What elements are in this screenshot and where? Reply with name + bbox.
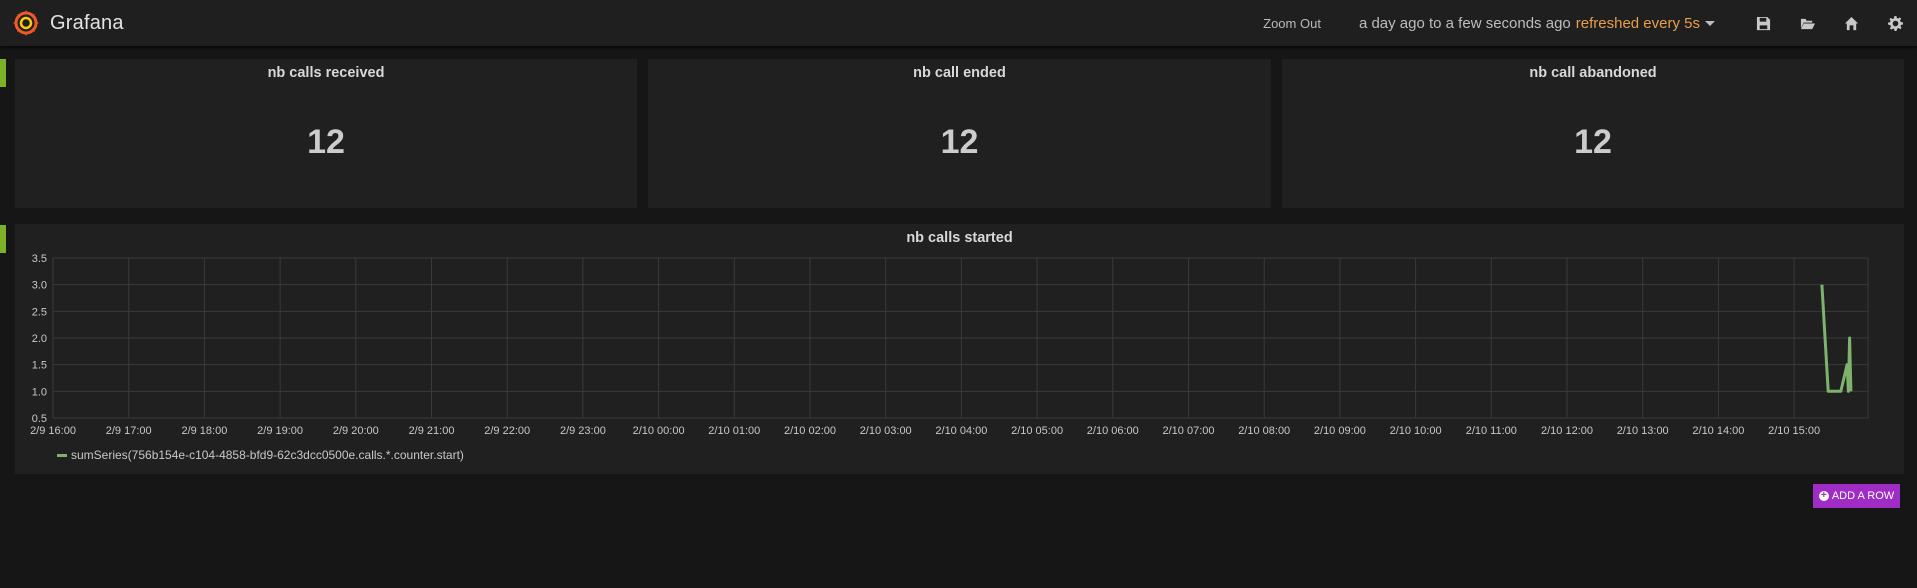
x-tick-label: 2/10 08:00	[1238, 425, 1290, 437]
stat-value: 12	[1574, 123, 1612, 161]
add-row-label: ADD A ROW	[1831, 490, 1895, 502]
graph-panel-calls-started: nb calls started 3.5 3.0 2.5 2.0 1.5 1.0 0.5 2/…	[15, 224, 1904, 474]
home-icon	[1844, 16, 1858, 30]
x-tick-label: 2/10 07:00	[1163, 425, 1215, 437]
y-tick-label: 2.0	[32, 333, 47, 345]
save-dashboard-button[interactable]	[1741, 0, 1785, 46]
x-tick-label: 2/10 01:00	[708, 425, 760, 437]
y-tick-label: 3.0	[32, 280, 47, 292]
open-dashboard-button[interactable]	[1785, 0, 1829, 46]
y-tick-label: 1.5	[32, 360, 47, 372]
panel-title[interactable]: nb call abandoned	[1282, 65, 1904, 81]
panel-title[interactable]: nb calls received	[15, 65, 637, 81]
top-navbar: Grafana Zoom Out a day ago to a few seco…	[0, 0, 1917, 47]
x-tick-label: 2/9 17:00	[106, 425, 152, 437]
x-tick-label: 2/10 11:00	[1466, 425, 1517, 437]
x-tick-label: 2/10 12:00	[1541, 425, 1593, 437]
x-tick-label: 2/10 02:00	[784, 425, 836, 437]
caret-down-icon	[1705, 20, 1715, 26]
legend-series-name: sumSeries(756b154e-c104-4858-bfd9-62c3dc…	[71, 448, 464, 462]
x-tick-label: 2/10 00:00	[633, 425, 685, 437]
stat-value: 12	[940, 123, 979, 161]
gear-icon	[1887, 15, 1903, 31]
x-tick-label: 2/10 15:00	[1768, 425, 1820, 437]
stat-panel-call-ended: nb call ended 12	[648, 59, 1271, 208]
save-icon	[1756, 16, 1770, 30]
x-tick-label: 2/10 06:00	[1087, 425, 1139, 437]
x-tick-label: 2/10 04:00	[935, 425, 987, 437]
graph-legend-item[interactable]: sumSeries(756b154e-c104-4858-bfd9-62c3dc…	[57, 448, 464, 462]
x-tick-label: 2/9 21:00	[409, 425, 455, 437]
legend-color-swatch	[57, 453, 67, 457]
refresh-interval-text: refreshed every 5s	[1575, 14, 1700, 32]
x-tick-label: 2/10 14:00	[1692, 425, 1744, 437]
x-tick-label: 2/9 18:00	[181, 425, 227, 437]
zoom-out-button[interactable]: Zoom Out	[1263, 16, 1321, 31]
time-picker[interactable]: a day ago to a few seconds ago refreshed…	[1359, 15, 1715, 32]
y-tick-label: 0.5	[32, 413, 47, 425]
grafana-home-link[interactable]: Grafana	[12, 8, 124, 38]
line-chart[interactable]: 3.5 3.0 2.5 2.0 1.5 1.0 0.52/9 16:00 2/9 17:00 2…	[15, 224, 1904, 444]
stat-panel-calls-received: nb calls received 12	[15, 59, 637, 208]
x-tick-label: 2/10 05:00	[1011, 425, 1063, 437]
row-collapse-marker[interactable]	[0, 225, 6, 253]
x-tick-label: 2/9 20:00	[333, 425, 379, 437]
time-range-text: a day ago to a few seconds ago	[1358, 14, 1571, 32]
grafana-logo-icon	[13, 10, 39, 36]
row-collapse-marker[interactable]	[0, 59, 6, 87]
y-tick-label: 1.0	[32, 386, 47, 398]
y-tick-label: 2.5	[32, 306, 47, 318]
x-tick-label: 2/9 22:00	[484, 425, 530, 437]
x-tick-label: 2/10 10:00	[1390, 425, 1442, 437]
brand-name: Grafana	[50, 11, 124, 34]
x-tick-label: 2/9 16:00	[30, 425, 76, 437]
stat-panel-call-abandoned: nb call abandoned 12	[1282, 59, 1904, 208]
x-tick-label: 2/10 03:00	[860, 425, 912, 437]
stat-value: 12	[307, 123, 345, 161]
folder-open-icon	[1800, 18, 1815, 29]
navbar-actions: Zoom Out a day ago to a few seconds ago …	[1263, 0, 1917, 46]
x-tick-label: 2/10 13:00	[1617, 425, 1669, 437]
x-tick-label: 2/10 09:00	[1314, 425, 1366, 437]
y-tick-label: 3.5	[32, 253, 47, 265]
settings-button[interactable]	[1873, 0, 1917, 46]
add-row-button[interactable]: + ADD A ROW	[1813, 484, 1900, 508]
x-tick-label: 2/9 19:00	[257, 425, 303, 437]
x-tick-label: 2/9 23:00	[560, 425, 606, 437]
home-button[interactable]	[1829, 0, 1873, 46]
plus-circle-icon: +	[1818, 491, 1829, 501]
panel-title[interactable]: nb call ended	[648, 65, 1271, 81]
